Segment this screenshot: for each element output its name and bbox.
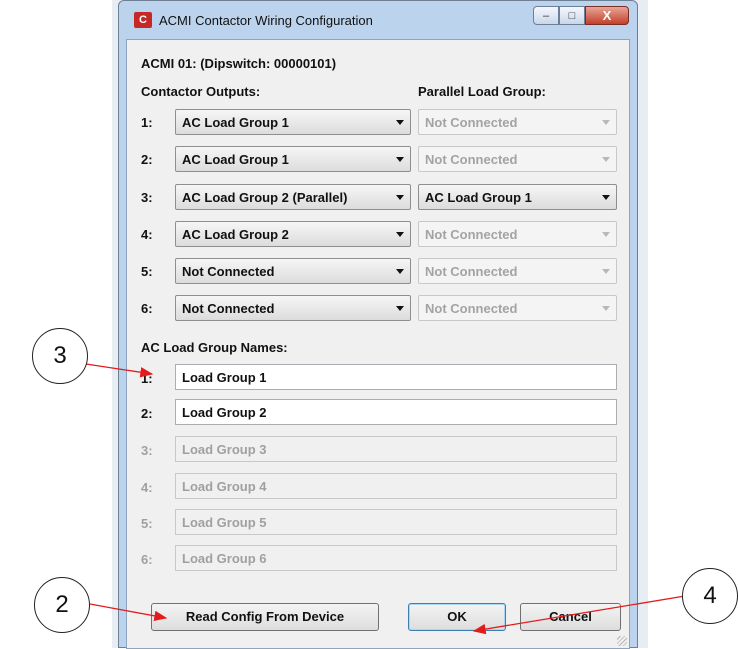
callout-2: 2: [34, 577, 90, 633]
callout-3-arrow: [85, 363, 154, 378]
callout-4-arrow: [472, 595, 686, 635]
callout-4: 4: [682, 568, 738, 624]
annotation-arrows: [85, 363, 686, 635]
callout-2-arrow: [89, 603, 168, 621]
callout-3: 3: [32, 328, 88, 384]
